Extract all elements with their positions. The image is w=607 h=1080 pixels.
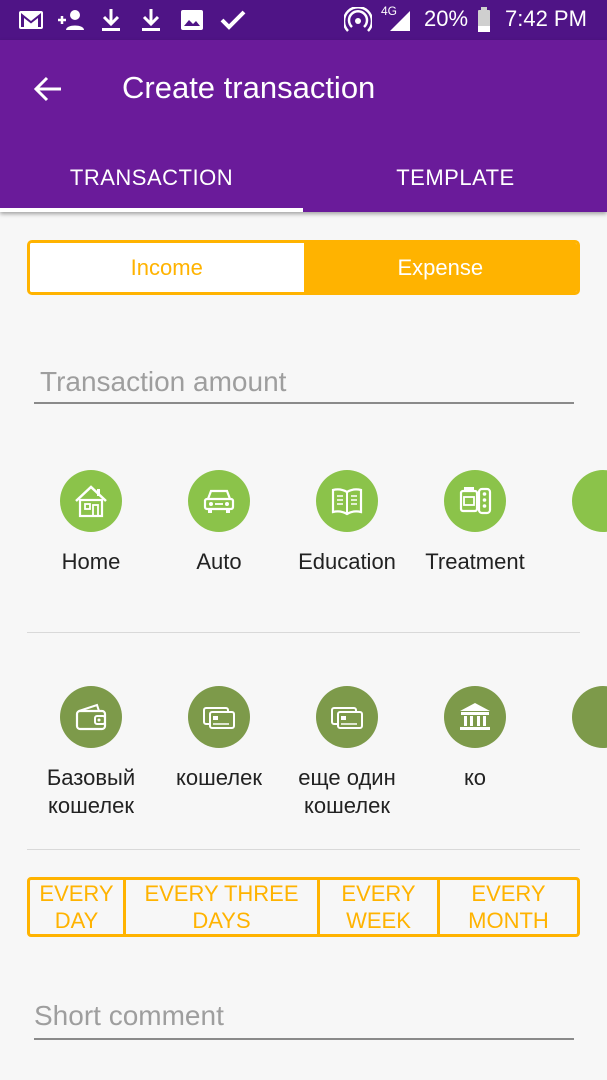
- bank-icon: [444, 686, 506, 748]
- category-next-partial[interactable]: [572, 470, 607, 532]
- transaction-amount-input[interactable]: [34, 362, 574, 404]
- wallet-koshelek[interactable]: кошелек: [155, 686, 283, 792]
- medicine-icon: [444, 470, 506, 532]
- wallet-list: Базовый кошелек кошелек еще один кошелек…: [0, 686, 607, 836]
- book-icon: [316, 470, 378, 532]
- battery-percent: 20%: [424, 6, 469, 31]
- period-every-week[interactable]: EVERY WEEK: [320, 880, 440, 934]
- wallet-next-partial[interactable]: [572, 686, 607, 748]
- download-icon: [100, 8, 122, 32]
- wallet-label: ко: [463, 765, 487, 790]
- divider: [27, 849, 580, 850]
- category-education[interactable]: Education: [283, 470, 411, 576]
- gmail-icon: [18, 8, 44, 32]
- car-icon: [188, 470, 250, 532]
- category-home[interactable]: Home: [27, 470, 155, 576]
- short-comment-input[interactable]: [34, 994, 574, 1040]
- wallet-icon: [572, 686, 607, 748]
- hotspot-icon: [344, 7, 372, 32]
- check-icon: [220, 8, 246, 32]
- card-icon: [316, 686, 378, 748]
- status-bar: 4G 20% 7:42 PM: [0, 0, 607, 40]
- category-treatment[interactable]: Treatment: [411, 470, 539, 576]
- category-label: Home: [61, 549, 121, 574]
- wallet-another[interactable]: еще один кошелек: [283, 686, 411, 820]
- category-label: Education: [298, 549, 396, 574]
- wallet-base[interactable]: Базовый кошелек: [27, 686, 155, 820]
- category-icon: [572, 470, 607, 532]
- add-person-icon: [56, 8, 86, 32]
- page-title: Create transaction: [122, 70, 376, 105]
- signal-icon: [388, 8, 412, 32]
- arrow-back-icon: [33, 76, 61, 102]
- app-bar: Create transaction TRANSACTION TEMPLATE: [0, 40, 607, 212]
- tab-transaction[interactable]: TRANSACTION: [0, 144, 303, 212]
- expense-option[interactable]: Expense: [303, 243, 577, 292]
- house-icon: [60, 470, 122, 532]
- clock: 7:42 PM: [505, 6, 587, 31]
- wallet-label: еще один кошелек: [298, 765, 396, 818]
- transaction-type-toggle: Income Expense: [27, 240, 580, 295]
- download-icon: [140, 8, 162, 32]
- period-every-day[interactable]: EVERY DAY: [30, 880, 126, 934]
- tab-template[interactable]: TEMPLATE: [304, 144, 607, 212]
- wallet-label: кошелек: [176, 765, 262, 790]
- card-icon: [188, 686, 250, 748]
- wallet-ko[interactable]: ко: [411, 686, 539, 792]
- repeat-period-selector: EVERY DAY EVERY THREE DAYS EVERY WEEK EV…: [27, 877, 580, 937]
- tab-indicator: [0, 208, 303, 212]
- wallet-icon: [60, 686, 122, 748]
- income-option[interactable]: Income: [30, 243, 304, 292]
- category-auto[interactable]: Auto: [155, 470, 283, 576]
- wallet-label: Базовый кошелек: [46, 765, 136, 818]
- back-button[interactable]: [20, 68, 76, 110]
- category-label: Auto: [196, 549, 242, 574]
- battery-icon: [477, 7, 491, 32]
- divider: [27, 632, 580, 633]
- period-every-month[interactable]: EVERY MONTH: [440, 880, 577, 934]
- category-label: Treatment: [425, 549, 525, 574]
- image-icon: [180, 8, 204, 32]
- category-list: Home Auto Education Treatment: [0, 470, 607, 620]
- period-every-three-days[interactable]: EVERY THREE DAYS: [126, 880, 320, 934]
